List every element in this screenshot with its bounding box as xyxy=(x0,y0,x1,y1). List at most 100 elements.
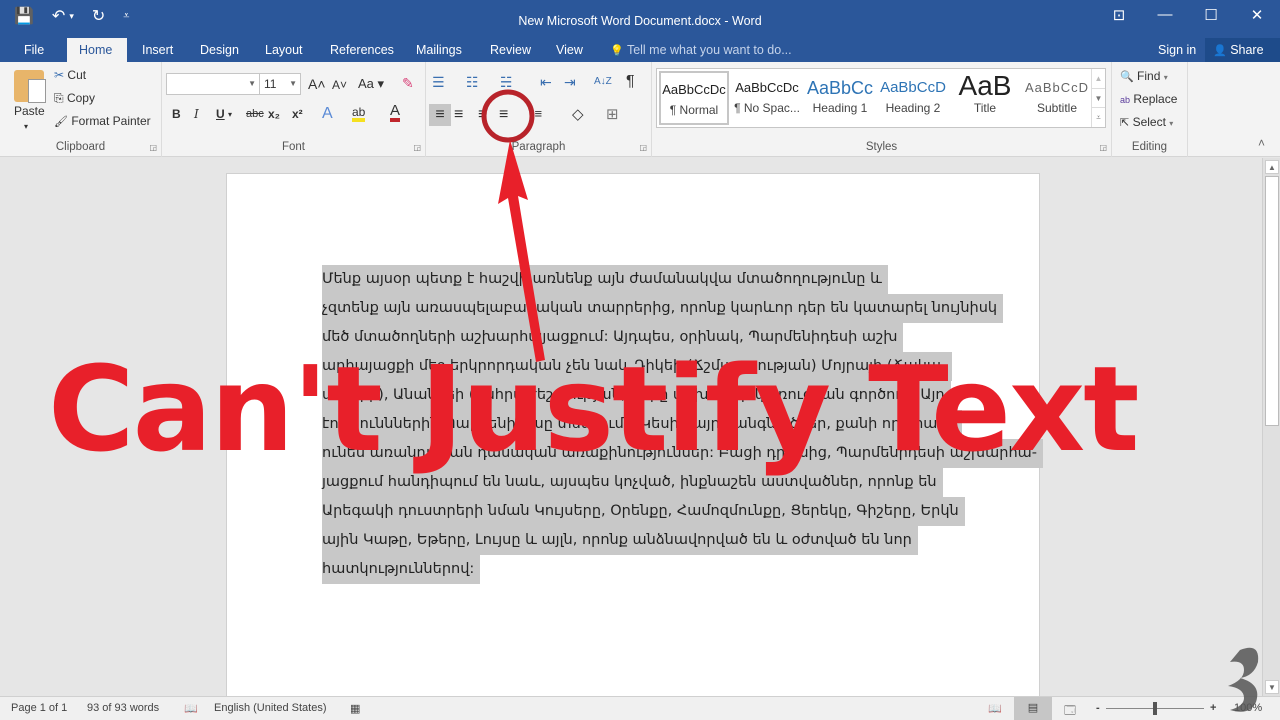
style-preview: AaBbCcD xyxy=(1024,80,1090,95)
show-marks-icon[interactable]: ¶ xyxy=(626,73,635,91)
shading-icon[interactable]: ◇ xyxy=(572,105,584,123)
scrollbar-thumb[interactable] xyxy=(1265,176,1279,426)
numbering-icon[interactable]: ☷ xyxy=(466,74,479,91)
paste-button[interactable]: Paste ▾ xyxy=(14,104,45,132)
borders-icon[interactable]: ⊞ xyxy=(606,105,619,123)
bold-button[interactable]: B xyxy=(172,107,181,121)
strikethrough-button[interactable]: abc xyxy=(246,108,264,120)
find-label: Find xyxy=(1137,69,1161,83)
center-button[interactable]: ≡ xyxy=(454,104,463,126)
text-line[interactable]: ային Կաթը, Եթերը, Լույսը և այլն, որոնք ա… xyxy=(322,526,918,555)
scroll-down-icon[interactable]: ▼ xyxy=(1265,680,1279,694)
language[interactable]: English (United States) xyxy=(214,702,327,714)
tab-home[interactable]: Home xyxy=(67,38,127,62)
print-layout-icon[interactable]: ▤ xyxy=(1014,697,1052,720)
title-bar: 💾 ↶ ▾ ↻ ⩡ New Microsoft Word Document.do… xyxy=(0,0,1280,38)
replace-label: Replace xyxy=(1133,92,1178,106)
select-button[interactable]: ⇱ Select ▾ xyxy=(1120,115,1173,129)
format-painter-button[interactable]: 🖌 Format Painter xyxy=(54,114,151,128)
tab-layout[interactable]: Layout xyxy=(253,38,315,62)
style-no-spacing[interactable]: AaBbCcDc ¶ No Spac... xyxy=(731,71,803,125)
copy-button[interactable]: ⎘ Copy xyxy=(54,91,95,106)
style-normal[interactable]: AaBbCcDc ¶ Normal xyxy=(659,71,729,125)
grow-font-icon[interactable]: A˄ xyxy=(308,76,326,92)
zoom-out-button[interactable]: - xyxy=(1096,702,1100,714)
font-name-combo[interactable]: ▼ xyxy=(166,73,260,95)
zoom-in-button[interactable]: + xyxy=(1210,702,1216,714)
paste-clipboard-icon[interactable] xyxy=(14,70,46,103)
status-bar: Page 1 of 1 93 of 93 words 📖 English (Un… xyxy=(0,696,1280,720)
shrink-font-icon[interactable]: A˅ xyxy=(332,78,347,92)
zoom-level[interactable]: 100% xyxy=(1234,702,1262,714)
italic-button[interactable]: I xyxy=(194,107,199,121)
share-button[interactable]: 👤 Share xyxy=(1205,38,1280,62)
font-size-combo[interactable]: 11 ▼ xyxy=(259,73,301,95)
text-line[interactable]: Մենք այսօր պետք է հաշվի առնենք այն ժաման… xyxy=(322,265,888,294)
editing-group: 🔍 Find ▾ ab Replace ⇱ Select ▾ Editing xyxy=(1112,62,1188,157)
tab-mailings[interactable]: Mailings xyxy=(404,38,474,62)
collapse-ribbon-icon[interactable]: ˄ xyxy=(1258,136,1265,150)
chevron-down-icon: ▼ xyxy=(289,79,297,88)
align-left-button[interactable]: ≡ xyxy=(429,104,451,126)
font-launcher-icon[interactable]: ◲ xyxy=(413,143,421,152)
tell-me-search[interactable]: 💡 Tell me what you want to do... xyxy=(610,38,792,63)
style-preview: AaBbCcDc xyxy=(735,80,799,95)
highlight-color-icon[interactable]: ab xyxy=(352,106,366,122)
superscript-button[interactable]: x² xyxy=(292,107,303,121)
sort-icon[interactable]: A↓Z xyxy=(594,76,612,87)
ribbon-display-options-icon[interactable]: ⊡ xyxy=(1096,6,1142,24)
tab-review[interactable]: Review xyxy=(478,38,543,62)
clear-formatting-icon[interactable]: ✎ xyxy=(402,75,414,92)
close-icon[interactable]: ✕ xyxy=(1234,6,1280,24)
web-layout-icon[interactable]: 🗔 xyxy=(1064,702,1076,720)
text-line[interactable]: չզտենք այն առասպելաբանական տարրերից, որո… xyxy=(322,294,1004,323)
text-effects-icon[interactable]: A xyxy=(322,105,333,123)
styles-launcher-icon[interactable]: ◲ xyxy=(1099,143,1107,152)
minimize-icon[interactable]: — xyxy=(1142,6,1188,24)
styles-scroll[interactable]: ▲ ▼ ⩡ xyxy=(1091,69,1105,127)
clipboard-launcher-icon[interactable]: ◲ xyxy=(149,143,157,152)
find-button[interactable]: 🔍 Find ▾ xyxy=(1120,69,1168,83)
underline-button[interactable]: U xyxy=(216,107,225,121)
tab-file[interactable]: File xyxy=(12,38,56,62)
replace-button[interactable]: ab Replace xyxy=(1120,92,1177,106)
sign-in-link[interactable]: Sign in xyxy=(1158,38,1196,62)
page-count[interactable]: Page 1 of 1 xyxy=(11,702,67,714)
style-heading-2[interactable]: AaBbCcD Heading 2 xyxy=(877,71,949,125)
style-title[interactable]: AaB Title xyxy=(951,71,1019,125)
text-line[interactable]: Արեգակի դուստրերի նման Կույսերը, Օրենքը,… xyxy=(322,497,965,526)
increase-indent-icon[interactable]: ⇥ xyxy=(564,74,576,91)
scroll-down-icon[interactable]: ▼ xyxy=(1092,88,1105,107)
ribbon-tabs: File Home Insert Design Layout Reference… xyxy=(0,38,1280,62)
macro-recording-icon[interactable]: ▦ xyxy=(350,702,360,715)
style-heading-1[interactable]: AaBbCc Heading 1 xyxy=(805,71,875,125)
tab-design[interactable]: Design xyxy=(188,38,251,62)
decrease-indent-icon[interactable]: ⇤ xyxy=(540,74,552,91)
style-subtitle[interactable]: AaBbCcD Subtitle xyxy=(1021,71,1093,125)
text-line[interactable]: հատկություններով: xyxy=(322,555,481,584)
maximize-icon[interactable]: ☐ xyxy=(1188,6,1234,24)
scroll-up-icon[interactable]: ▲ xyxy=(1265,160,1279,174)
more-styles-icon[interactable]: ⩡ xyxy=(1092,107,1105,126)
cut-button[interactable]: ✂ Cut xyxy=(54,68,86,82)
tab-references[interactable]: References xyxy=(318,38,406,62)
read-mode-icon[interactable]: 📖 xyxy=(988,702,1002,715)
underline-dropdown-icon[interactable]: ▾ xyxy=(228,110,232,119)
justify-button[interactable]: ≡ xyxy=(499,104,508,126)
multilevel-list-icon[interactable]: ☵ xyxy=(500,74,513,91)
zoom-slider-thumb[interactable] xyxy=(1153,702,1157,715)
proofing-icon[interactable]: 📖 xyxy=(184,702,198,715)
change-case-button[interactable]: Aa ▾ xyxy=(358,76,384,92)
font-color-icon[interactable]: A xyxy=(390,103,401,122)
paragraph-launcher-icon[interactable]: ◲ xyxy=(639,143,647,152)
tab-view[interactable]: View xyxy=(544,38,595,62)
word-count[interactable]: 93 of 93 words xyxy=(87,702,159,714)
tab-insert[interactable]: Insert xyxy=(130,38,185,62)
subscript-button[interactable]: x₂ xyxy=(268,107,280,121)
bullets-icon[interactable]: ☰ xyxy=(432,74,445,91)
vertical-scrollbar[interactable]: ▲ ▼ xyxy=(1262,158,1280,696)
paragraph-group-label: Paragraph xyxy=(511,141,566,153)
align-right-button[interactable]: ≡ xyxy=(478,104,487,126)
scroll-up-icon[interactable]: ▲ xyxy=(1092,69,1105,88)
line-spacing-icon[interactable]: ↕≡ xyxy=(528,106,542,121)
